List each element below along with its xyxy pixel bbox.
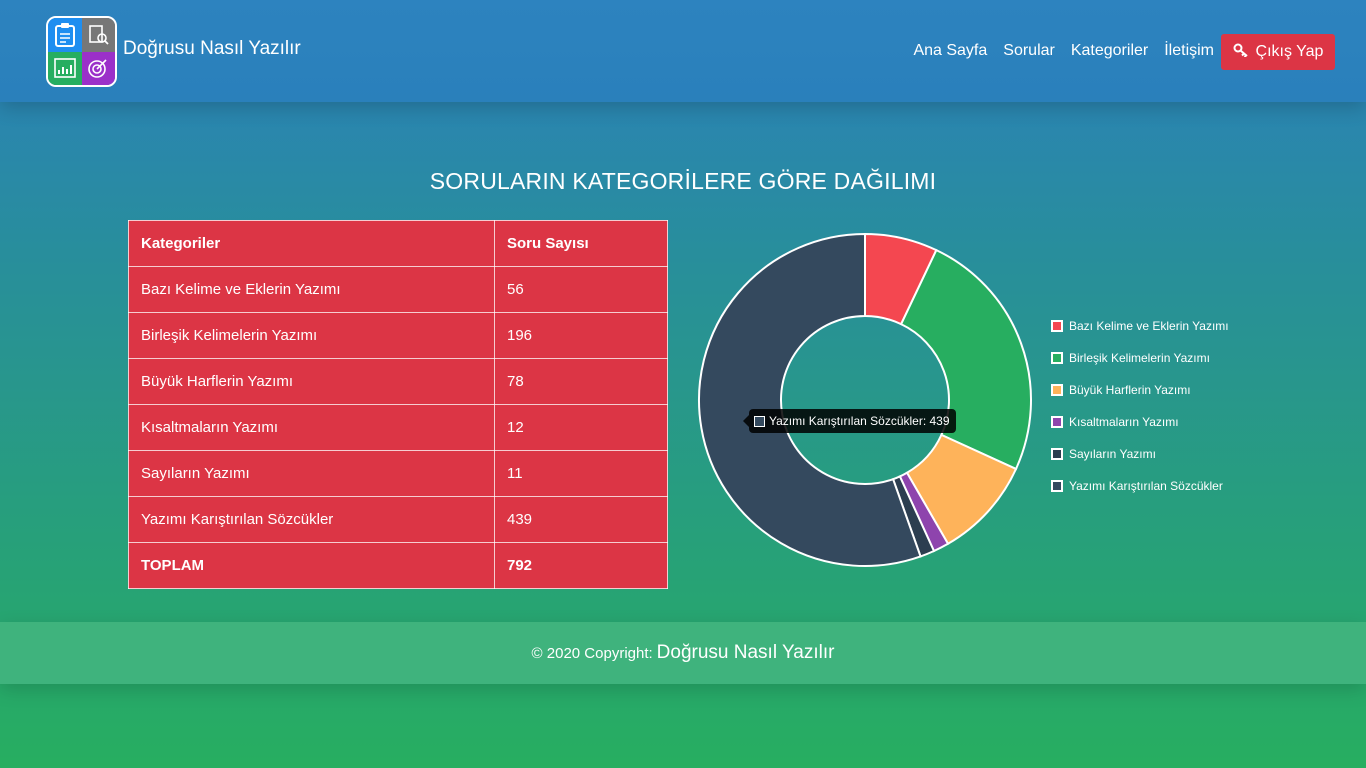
header-count: Soru Sayısı [494, 220, 668, 267]
category-cell: Bazı Kelime ve Eklerin Yazımı [128, 266, 495, 313]
clipboard-icon [48, 18, 82, 52]
legend-swatch [1051, 480, 1063, 492]
table-row: Yazımı Karıştırılan Sözcükler 439 [128, 496, 668, 543]
footer-brand[interactable]: Doğrusu Nasıl Yazılır [657, 642, 835, 664]
tooltip-text: Yazımı Karıştırılan Sözcükler: 439 [769, 414, 950, 428]
logo[interactable] [46, 16, 117, 87]
count-cell: 78 [494, 358, 668, 405]
category-cell: Sayıların Yazımı [128, 450, 495, 497]
legend-swatch [1051, 384, 1063, 396]
page-title: SORULARIN KATEGORİLERE GÖRE DAĞILIMI [429, 168, 937, 194]
nav-link-questions[interactable]: Sorular [1003, 42, 1055, 60]
key-icon [1233, 43, 1249, 62]
legend-swatch [1051, 416, 1063, 428]
donut-chart[interactable] [697, 232, 1033, 568]
count-cell: 56 [494, 266, 668, 313]
document-search-icon [81, 18, 115, 52]
legend-label: Bazı Kelime ve Eklerin Yazımı [1069, 319, 1229, 333]
category-cell: Birleşik Kelimelerin Yazımı [128, 312, 495, 359]
header-category: Kategoriler [128, 220, 495, 267]
table-row: Sayıların Yazımı 11 [128, 450, 668, 497]
legend-item[interactable]: Sayıların Yazımı [1051, 438, 1229, 470]
chart-legend: Bazı Kelime ve Eklerin Yazımı Birleşik Ke… [1051, 310, 1229, 502]
table-row: Birleşik Kelimelerin Yazımı 196 [128, 312, 668, 359]
table-total-row: TOPLAM 792 [128, 542, 668, 589]
donut-chart-svg[interactable] [697, 232, 1033, 568]
total-value: 792 [494, 542, 668, 589]
table-row: Büyük Harflerin Yazımı 78 [128, 358, 668, 405]
pie-slice-1[interactable] [899, 248, 1032, 471]
legend-label: Kısaltmaların Yazımı [1069, 415, 1179, 429]
legend-swatch [1051, 448, 1063, 460]
legend-swatch [1051, 352, 1063, 364]
legend-item[interactable]: Bazı Kelime ve Eklerin Yazımı [1051, 310, 1229, 342]
table-row: Kısaltmaların Yazımı 12 [128, 404, 668, 451]
category-cell: Kısaltmaların Yazımı [128, 404, 495, 451]
nav-links: Ana Sayfa Sorular Kategoriler İletişim [913, 42, 1214, 60]
tooltip-swatch [754, 415, 765, 427]
table-row: Bazı Kelime ve Eklerin Yazımı 56 [128, 266, 668, 313]
nav-link-categories[interactable]: Kategoriler [1071, 42, 1148, 60]
logout-button[interactable]: Çıkış Yap [1221, 34, 1335, 70]
legend-item[interactable]: Büyük Harflerin Yazımı [1051, 374, 1229, 406]
legend-label: Büyük Harflerin Yazımı [1069, 383, 1191, 397]
legend-item[interactable]: Birleşik Kelimelerin Yazımı [1051, 342, 1229, 374]
logout-label: Çıkış Yap [1255, 43, 1324, 60]
target-icon [81, 51, 115, 85]
category-cell: Yazımı Karıştırılan Sözcükler [128, 496, 495, 543]
count-cell: 439 [494, 496, 668, 543]
chart-icon [48, 51, 82, 85]
count-cell: 12 [494, 404, 668, 451]
legend-label: Sayıların Yazımı [1069, 447, 1156, 461]
legend-item[interactable]: Kısaltmaların Yazımı [1051, 406, 1229, 438]
legend-label: Birleşik Kelimelerin Yazımı [1069, 351, 1210, 365]
nav-link-contact[interactable]: İletişim [1164, 42, 1214, 60]
legend-item[interactable]: Yazımı Karıştırılan Sözcükler [1051, 470, 1229, 502]
navbar: Doğrusu Nasıl Yazılır Ana Sayfa Sorular … [0, 0, 1366, 102]
total-label: TOPLAM [128, 542, 495, 589]
legend-swatch [1051, 320, 1063, 332]
category-table: Kategoriler Soru Sayısı Bazı Kelime ve E… [128, 220, 668, 589]
chart-tooltip: Yazımı Karıştırılan Sözcükler: 439 [743, 409, 956, 433]
category-cell: Büyük Harflerin Yazımı [128, 358, 495, 405]
brand-name[interactable]: Doğrusu Nasıl Yazılır [123, 38, 301, 60]
table-header-row: Kategoriler Soru Sayısı [128, 220, 668, 267]
footer-copyright: © 2020 Copyright: [531, 644, 653, 662]
legend-label: Yazımı Karıştırılan Sözcükler [1069, 479, 1223, 493]
nav-link-home[interactable]: Ana Sayfa [913, 42, 987, 60]
count-cell: 11 [494, 450, 668, 497]
count-cell: 196 [494, 312, 668, 359]
footer: © 2020 Copyright: Doğrusu Nasıl Yazılır [0, 622, 1366, 684]
